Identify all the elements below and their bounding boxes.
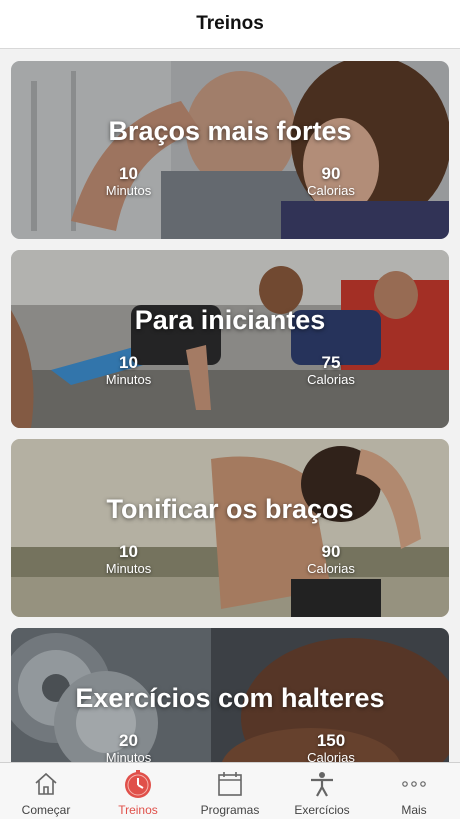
minutes-stat: 20 Minutos [105,731,152,763]
calendar-icon [215,769,245,799]
calories-stat: 75 Calorias [307,353,355,388]
workout-card-stronger-arms[interactable]: Braços mais fortes 10 Minutos 90 Caloria… [11,61,449,239]
tab-workouts[interactable]: Treinos [92,763,184,819]
minutes-stat: 10 Minutos [105,542,152,577]
calories-stat: 90 Calorias [307,542,355,577]
workout-card-tone-arms[interactable]: Tonificar os braços 10 Minutos 90 Calori… [11,439,449,617]
tab-programs[interactable]: Programas [184,763,276,819]
tab-start[interactable]: Começar [0,763,92,819]
workout-title: Exercícios com halteres [75,683,385,713]
workout-card-beginners[interactable]: Para iniciantes 10 Minutos 75 Calorias [11,250,449,428]
tab-exercises[interactable]: Exercícios [276,763,368,819]
workout-list[interactable]: Braços mais fortes 10 Minutos 90 Caloria… [0,48,460,762]
calories-stat: 150 Calorias [307,731,355,763]
more-dots-icon [399,769,429,799]
workout-card-dumbbell-exercises[interactable]: Exercícios com halteres 20 Minutos 150 C… [11,628,449,762]
person-icon [307,769,337,799]
minutes-stat: 10 Minutos [105,353,152,388]
calories-stat: 90 Calorias [307,164,355,199]
bottom-tab-bar: Começar Treinos Programas Exercícios Mai… [0,762,460,819]
workout-title: Para iniciantes [134,305,326,335]
minutes-stat: 10 Minutos [105,164,152,199]
tab-more[interactable]: Mais [368,763,460,819]
top-bar: Treinos [0,0,460,49]
home-icon [31,769,61,799]
page-title: Treinos [196,13,264,34]
stopwatch-icon [123,769,153,799]
workout-title: Tonificar os braços [106,494,354,524]
workout-title: Braços mais fortes [108,116,352,146]
